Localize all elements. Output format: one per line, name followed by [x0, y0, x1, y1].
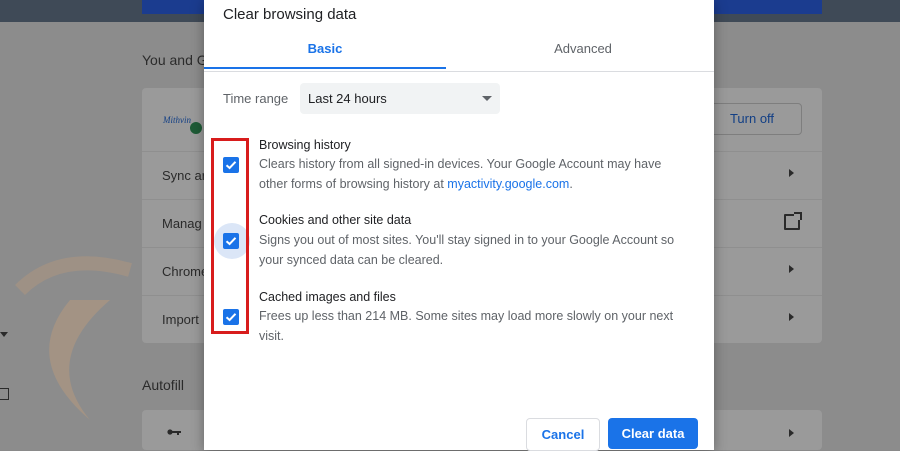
time-range-select[interactable]: Last 24 hours: [300, 83, 500, 114]
row-chrome-label: Chrome: [162, 264, 209, 279]
clear-browsing-data-dialog: Clear browsing data Basic Advanced Time …: [204, 0, 714, 451]
tab-basic-label: Basic: [307, 41, 343, 56]
browsing-history-desc-line1: Clears history from all signed-in device…: [259, 157, 662, 171]
row-manage-label: Manag: [162, 216, 202, 231]
open-in-new-icon: [0, 388, 9, 400]
chevron-right-icon: [789, 429, 794, 437]
time-range-label: Time range: [223, 91, 289, 106]
cached-images-description: Frees up less than 214 MB. Some sites ma…: [259, 309, 674, 343]
chevron-right-icon: [789, 265, 794, 273]
row-sync-label: Sync ar: [162, 168, 207, 183]
chevron-right-icon: [789, 169, 794, 177]
cached-images-title: Cached images and files: [259, 290, 396, 304]
myactivity-link[interactable]: myactivity.google.com: [447, 177, 569, 191]
browsing-history-title: Browsing history: [259, 138, 351, 152]
key-icon: [167, 429, 181, 435]
browsing-history-description: Clears history from all signed-in device…: [259, 154, 699, 194]
cookies-title: Cookies and other site data: [259, 213, 412, 227]
tab-bar: Basic Advanced: [204, 34, 714, 72]
tab-basic[interactable]: Basic: [204, 34, 446, 70]
profile-logo: Mithvin: [163, 110, 202, 134]
turn-off-button[interactable]: Turn off: [702, 103, 802, 135]
dropdown-caret-icon: [482, 96, 492, 101]
highlight-box: [211, 138, 249, 334]
tab-advanced[interactable]: Advanced: [462, 34, 704, 70]
sync-badge-icon: [190, 122, 202, 134]
clear-data-button[interactable]: Clear data: [608, 418, 698, 449]
browsing-history-desc-prefix: other forms of browsing history at: [259, 177, 448, 191]
section-title-autofill: Autofill: [142, 377, 185, 393]
time-range-value: Last 24 hours: [308, 91, 387, 106]
open-in-new-icon: [784, 212, 802, 230]
section-title-you-and-google: You and G: [142, 52, 208, 68]
logo-text: Mithvin: [163, 115, 191, 125]
chevron-right-icon: [789, 313, 794, 321]
tab-advanced-label: Advanced: [554, 41, 612, 56]
tab-selected-indicator: [204, 67, 446, 69]
cookies-description: Signs you out of most sites. You'll stay…: [259, 233, 675, 267]
collapse-arrow-icon: [0, 332, 8, 337]
row-import-label: Import: [162, 312, 199, 327]
browsing-history-desc-suffix: .: [569, 177, 573, 191]
cancel-button[interactable]: Cancel: [526, 418, 600, 451]
dialog-title: Clear browsing data: [223, 6, 357, 23]
